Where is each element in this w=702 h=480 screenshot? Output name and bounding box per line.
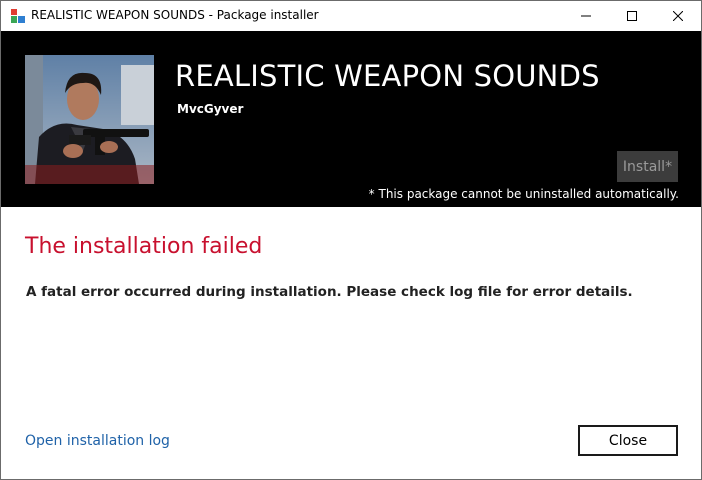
result-message: A fatal error occurred during installati… [26,284,633,300]
window-title: REALISTIC WEAPON SOUNDS - Package instal… [31,8,319,22]
installer-window: REALISTIC WEAPON SOUNDS - Package instal… [0,0,702,480]
open-log-link[interactable]: Open installation log [25,433,170,449]
package-thumbnail-image [25,55,154,184]
minimize-button[interactable] [563,1,609,31]
close-window-button[interactable] [655,1,701,31]
uninstall-note: * This package cannot be uninstalled aut… [368,187,679,201]
maximize-button[interactable] [609,1,655,31]
package-thumbnail [25,55,154,184]
package-header: REALISTIC WEAPON SOUNDS MvcGyver Install… [1,31,701,207]
minimize-icon [581,15,591,17]
maximize-icon [627,11,637,21]
install-button[interactable]: Install* [617,151,678,182]
close-button[interactable]: Close [578,425,678,456]
close-icon [673,11,683,21]
result-title: The installation failed [25,234,263,259]
package-author: MvcGyver [177,102,244,116]
app-icon [11,9,25,23]
package-title: REALISTIC WEAPON SOUNDS [175,59,600,93]
title-bar[interactable]: REALISTIC WEAPON SOUNDS - Package instal… [1,1,701,31]
